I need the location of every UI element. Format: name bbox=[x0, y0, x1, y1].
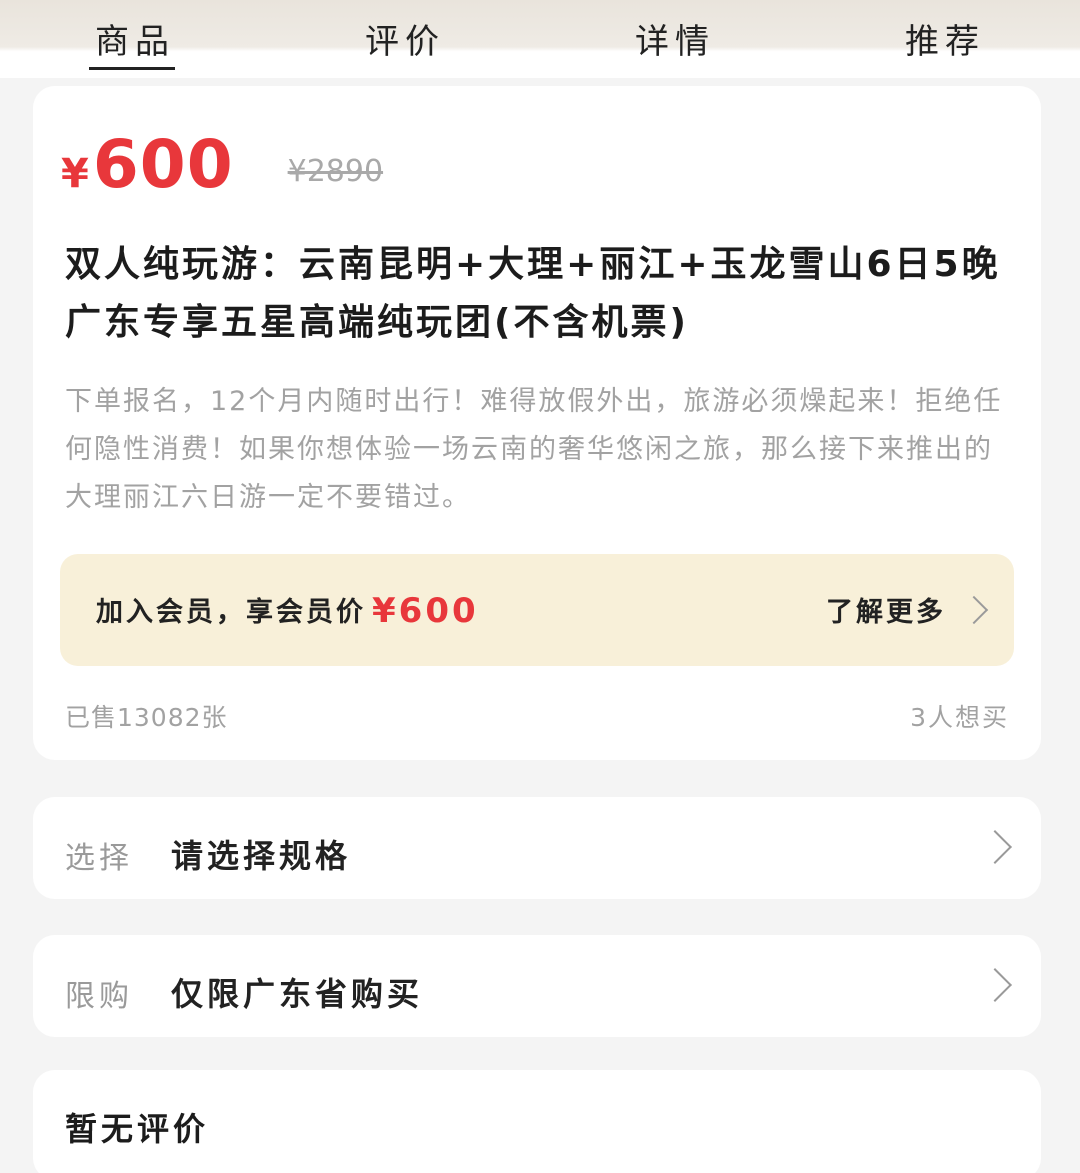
chevron-right-icon bbox=[978, 968, 1012, 1002]
tab-details[interactable]: 详情 bbox=[635, 0, 715, 70]
tab-list: 商品 评价 详情 推荐 bbox=[0, 0, 1080, 70]
no-reviews-text: 暂无评价 bbox=[65, 1110, 210, 1148]
original-price: ¥2890 bbox=[287, 154, 384, 189]
product-info-card: ¥ 600 ¥2890 双人纯玩游：云南昆明+大理+丽江+玉龙雪山6日5晚 广东… bbox=[33, 86, 1041, 760]
want-count: 3人想买 bbox=[910, 703, 1009, 732]
price-currency: ¥ bbox=[61, 151, 89, 197]
top-tab-bar: 商品 评价 详情 推荐 bbox=[0, 0, 1080, 78]
limit-label: 限购 bbox=[65, 979, 133, 1014]
tab-product[interactable]: 商品 bbox=[89, 0, 175, 70]
purchase-limit-row[interactable]: 限购 仅限广东省购买 bbox=[33, 935, 1041, 1037]
select-value: 请选择规格 bbox=[171, 837, 352, 875]
tab-recommend[interactable]: 推荐 bbox=[905, 0, 985, 70]
member-promo-text: 加入会员，享会员价 bbox=[96, 597, 366, 628]
select-label: 选择 bbox=[65, 841, 133, 876]
reviews-card: 暂无评价 bbox=[33, 1070, 1041, 1173]
member-promo: 加入会员，享会员价 ¥600 bbox=[96, 590, 479, 631]
limit-value: 仅限广东省购买 bbox=[171, 975, 424, 1013]
product-title: 双人纯玩游：云南昆明+大理+丽江+玉龙雪山6日5晚 广东专享五星高端纯玩团(不含… bbox=[65, 244, 1001, 343]
sold-count: 已售13082张 bbox=[65, 703, 228, 732]
member-banner[interactable]: 加入会员，享会员价 ¥600 了解更多 bbox=[60, 554, 1014, 666]
price-row: ¥ 600 ¥2890 bbox=[61, 126, 383, 203]
current-price: 600 bbox=[92, 126, 234, 203]
tab-reviews[interactable]: 评价 bbox=[365, 0, 445, 70]
spec-select-row[interactable]: 选择 请选择规格 bbox=[33, 797, 1041, 899]
member-price: ¥600 bbox=[372, 591, 479, 631]
learn-more-link[interactable]: 了解更多 bbox=[826, 590, 989, 629]
learn-more-label: 了解更多 bbox=[826, 597, 946, 628]
chevron-right-icon bbox=[978, 830, 1012, 864]
product-description: 下单报名，12个月内随时出行！难得放假外出，旅游必须燥起来！拒绝任何隐性消费！如… bbox=[65, 386, 1003, 513]
chevron-right-icon bbox=[959, 595, 989, 624]
